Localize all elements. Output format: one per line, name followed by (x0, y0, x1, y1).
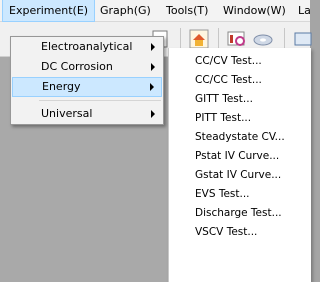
chevron-right-icon (151, 43, 155, 51)
submenu-item-cccv-test[interactable]: CC/CV Test... (169, 52, 311, 71)
submenu-item-cccc-test[interactable]: CC/CC Test... (169, 71, 311, 90)
home-icon[interactable] (188, 28, 210, 50)
menu-item-electroanalytical[interactable]: Electroanalytical (11, 37, 163, 57)
submenu-item-evs-test[interactable]: EVS Test... (169, 185, 311, 204)
menu-window[interactable]: Window(W) (217, 0, 292, 21)
toolbar-separator (284, 28, 285, 50)
submenu-item-gitt-test[interactable]: GITT Test... (169, 90, 311, 109)
menu-experiment[interactable]: Experiment(E) (2, 0, 96, 22)
menu-tools[interactable]: Tools(T) (160, 0, 214, 21)
menu-item-universal[interactable]: Universal (11, 104, 163, 124)
chart-search-icon[interactable] (226, 28, 248, 50)
energy-submenu: CC/CV Test... CC/CC Test... GITT Test...… (168, 48, 311, 282)
toolbar-separator (218, 28, 219, 50)
submenu-item-pitt-test[interactable]: PITT Test... (169, 109, 311, 128)
submenu-item-gstat-iv-curve[interactable]: Gstat IV Curve... (169, 166, 311, 185)
menu-item-energy[interactable]: Energy (12, 77, 162, 97)
menu-item-label: Energy (42, 80, 81, 93)
menu-language[interactable]: La (292, 0, 317, 21)
chevron-right-icon (150, 83, 154, 91)
menu-graph[interactable]: Graph(G) (94, 0, 157, 21)
submenu-item-steadystate-cv[interactable]: Steadystate CV... (169, 128, 311, 147)
menu-separator (39, 100, 161, 101)
chevron-right-icon (151, 63, 155, 71)
submenu-item-discharge-test[interactable]: Discharge Test... (169, 204, 311, 223)
experiment-menu: Electroanalytical DC Corrosion Energy Un… (10, 36, 164, 125)
disc-icon[interactable] (252, 28, 274, 50)
submenu-item-pstat-iv-curve[interactable]: Pstat IV Curve... (169, 147, 311, 166)
menu-item-dc-corrosion[interactable]: DC Corrosion (11, 57, 163, 77)
submenu-item-vscv-test[interactable]: VSCV Test... (169, 223, 311, 242)
chevron-right-icon (151, 110, 155, 118)
menubar: Experiment(E) Graph(G) Tools(T) Window(W… (0, 0, 311, 22)
window-icon[interactable] (292, 28, 314, 50)
menu-item-label: Universal (41, 107, 93, 120)
menu-item-label: DC Corrosion (41, 60, 113, 73)
toolbar-separator (180, 28, 181, 50)
menu-item-label: Electroanalytical (41, 40, 133, 53)
